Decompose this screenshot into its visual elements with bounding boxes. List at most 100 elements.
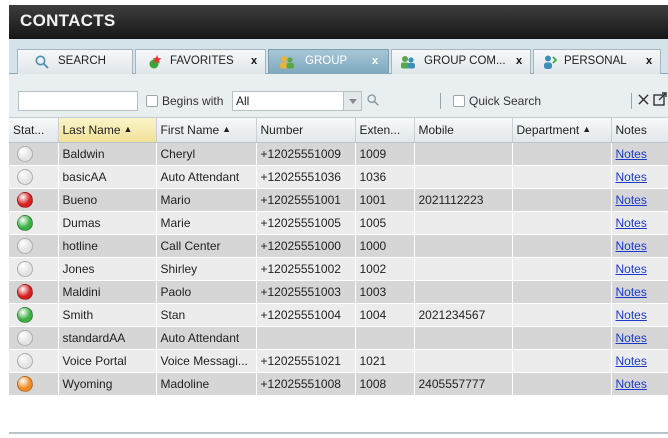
notes-link[interactable]: Notes	[616, 147, 647, 161]
tab-group[interactable]: GROUP x	[268, 49, 389, 74]
mobile-cell	[414, 257, 513, 281]
notes-link[interactable]: Notes	[616, 308, 647, 322]
extension-cell: 1001	[355, 188, 415, 212]
close-tab-button[interactable]: x	[516, 50, 522, 72]
status-cell	[9, 349, 59, 373]
column-header-department[interactable]: Department ▲	[512, 118, 612, 143]
notes-link[interactable]: Notes	[616, 377, 647, 391]
panel-title: CONTACTS	[20, 11, 116, 30]
table-row[interactable]: hotline Call Center +12025551000 1000 Notes	[9, 234, 668, 258]
tab-search[interactable]: SEARCH	[17, 49, 133, 74]
table-row[interactable]: Maldini Paolo +12025551003 1003 Notes	[9, 280, 668, 304]
column-header-notes[interactable]: Notes	[611, 118, 668, 143]
first-name-cell: Call Center	[156, 234, 257, 258]
search-input[interactable]	[18, 91, 138, 111]
notes-cell: Notes	[611, 303, 668, 327]
last-name-cell: Jones	[58, 257, 157, 281]
tab-strip: SEARCH FAVORITES x GROUP x GROUP COM... …	[9, 39, 668, 74]
tab-personal[interactable]: PERSONAL x	[533, 49, 661, 74]
number-cell: +12025551008	[256, 372, 356, 396]
first-name-cell: Paolo	[156, 280, 257, 304]
status-cell	[9, 234, 59, 258]
column-header-last-name[interactable]: Last Name ▲	[58, 118, 157, 143]
field-select-value: All	[236, 94, 250, 108]
column-header-label: Mobile	[418, 122, 454, 137]
presence-status-icon	[17, 214, 33, 231]
begins-with-checkbox[interactable]	[146, 95, 158, 107]
notes-link[interactable]: Notes	[616, 331, 647, 345]
column-header-label: Exten...	[359, 122, 401, 137]
notes-cell: Notes	[611, 372, 668, 396]
notes-link[interactable]: Notes	[616, 262, 647, 276]
presence-status-icon	[17, 260, 33, 277]
mobile-cell	[414, 349, 513, 373]
sort-arrow-icon: ▲	[222, 123, 232, 134]
first-name-cell: Auto Attendant	[156, 326, 257, 350]
last-name-cell: hotline	[58, 234, 157, 258]
status-cell	[9, 211, 59, 235]
notes-cell: Notes	[611, 188, 668, 212]
search-icon	[35, 55, 49, 69]
column-header-extension[interactable]: Exten...	[355, 118, 415, 143]
last-name-cell: standardAA	[58, 326, 157, 350]
notes-link[interactable]: Notes	[616, 239, 647, 253]
table-row[interactable]: Dumas Marie +12025551005 1005 Notes	[9, 211, 668, 235]
notes-link[interactable]: Notes	[616, 193, 647, 207]
mobile-cell	[414, 142, 513, 166]
table-row[interactable]: Jones Shirley +12025551002 1002 Notes	[9, 257, 668, 281]
first-name-cell: Stan	[156, 303, 257, 327]
department-cell	[512, 349, 612, 373]
quick-search-checkbox[interactable]	[453, 95, 465, 107]
notes-link[interactable]: Notes	[616, 285, 647, 299]
department-cell	[512, 280, 612, 304]
popout-icon[interactable]	[653, 92, 667, 106]
column-header-first-name[interactable]: First Name ▲	[156, 118, 257, 143]
number-cell: +12025551021	[256, 349, 356, 373]
tab-group-common[interactable]: GROUP COM... x	[391, 49, 531, 74]
notes-cell: Notes	[611, 165, 668, 189]
table-row[interactable]: standardAA Auto Attendant Notes	[9, 326, 668, 350]
department-cell	[512, 165, 612, 189]
table-row[interactable]: basicAA Auto Attendant +12025551036 1036 Not…	[9, 165, 668, 189]
status-cell	[9, 257, 59, 281]
tab-label: SEARCH	[58, 55, 106, 67]
column-header-status[interactable]: Stat...	[9, 118, 59, 143]
mobile-cell	[414, 234, 513, 258]
notes-cell: Notes	[611, 257, 668, 281]
table-bottom-border	[9, 432, 668, 434]
notes-cell: Notes	[611, 234, 668, 258]
department-cell	[512, 257, 612, 281]
extension-cell: 1008	[355, 372, 415, 396]
table-row[interactable]: Bueno Mario +12025551001 1001 2021112223 Note…	[9, 188, 668, 212]
table-row[interactable]: Smith Stan +12025551004 1004 2021234567 Notes	[9, 303, 668, 327]
table-row[interactable]: Wyoming Madoline +12025551008 1008 240555777…	[9, 372, 668, 396]
close-tab-button[interactable]: x	[251, 50, 257, 72]
notes-link[interactable]: Notes	[616, 170, 647, 184]
column-header-mobile[interactable]: Mobile	[414, 118, 513, 143]
table-row[interactable]: Voice Portal Voice Messagi... +12025551021…	[9, 349, 668, 373]
mobile-cell: 2021234567	[414, 303, 513, 327]
number-cell: +12025551002	[256, 257, 356, 281]
tab-favorites[interactable]: FAVORITES x	[135, 49, 266, 74]
field-select[interactable]: All	[232, 91, 362, 111]
close-tab-button[interactable]: x	[646, 50, 652, 72]
clear-icon[interactable]	[638, 94, 649, 105]
first-name-cell: Auto Attendant	[156, 165, 257, 189]
extension-cell: 1003	[355, 280, 415, 304]
notes-link[interactable]: Notes	[616, 354, 647, 368]
first-name-cell: Marie	[156, 211, 257, 235]
column-header-label: Number	[260, 122, 304, 137]
close-tab-button[interactable]: x	[372, 50, 378, 72]
notes-cell: Notes	[611, 142, 668, 166]
mobile-cell	[414, 280, 513, 304]
notes-link[interactable]: Notes	[616, 216, 647, 230]
mobile-cell	[414, 211, 513, 235]
notes-cell: Notes	[611, 349, 668, 373]
presence-status-icon	[17, 145, 33, 162]
column-header-number[interactable]: Number	[256, 118, 356, 143]
contacts-panel: CONTACTS SEARCH FAVORITES x GROUP x GROU…	[0, 0, 668, 438]
search-icon[interactable]	[366, 93, 380, 107]
chevron-down-icon[interactable]	[343, 92, 361, 110]
notes-cell: Notes	[611, 211, 668, 235]
table-row[interactable]: Baldwin Cheryl +12025551009 1009 Notes	[9, 142, 668, 166]
